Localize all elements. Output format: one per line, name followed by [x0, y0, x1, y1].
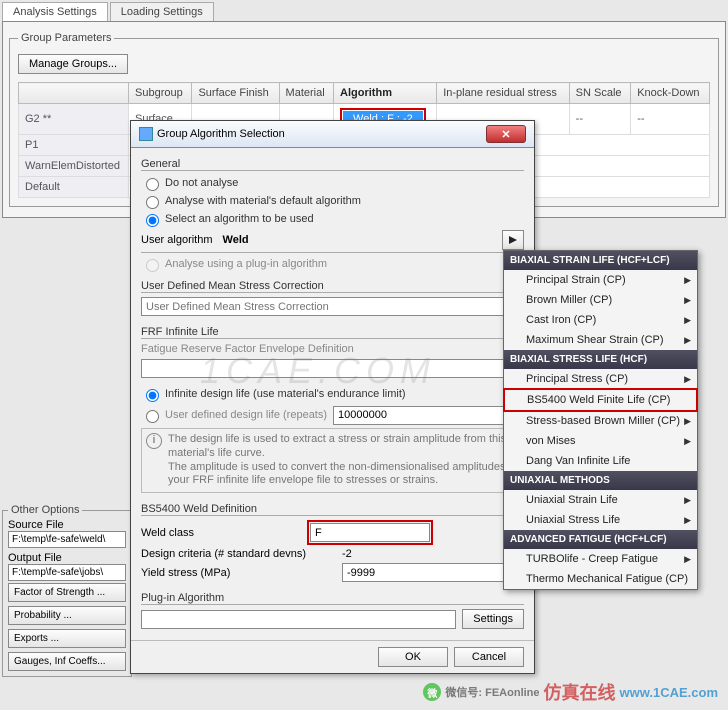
- menu-header-strain: BIAXIAL STRAIN LIFE (HCF+LCF): [504, 251, 697, 270]
- col-material[interactable]: Material: [279, 83, 333, 104]
- source-file-input[interactable]: [8, 531, 126, 548]
- other-options-panel: Other Options Source File Output File Fa…: [2, 500, 132, 681]
- general-label: General: [141, 158, 524, 171]
- plugin-settings-button[interactable]: Settings: [462, 609, 524, 629]
- yield-stress-label: Yield stress (MPa): [141, 567, 336, 579]
- col-algorithm[interactable]: Algorithm: [334, 83, 437, 104]
- brand-text: 仿真在线: [544, 679, 616, 705]
- plugin-path-input[interactable]: [141, 610, 456, 629]
- col-name[interactable]: [19, 83, 129, 104]
- weld-class-label: Weld class: [141, 527, 301, 539]
- wechat-label: 微信号: FEAonline: [445, 684, 539, 700]
- cancel-button[interactable]: Cancel: [454, 647, 524, 667]
- menu-item-cast-iron[interactable]: Cast Iron (CP)▶: [504, 310, 697, 330]
- bs5400-label: BS5400 Weld Definition: [141, 503, 524, 516]
- menu-item-bs5400-highlight: BS5400 Weld Finite Life (CP): [503, 388, 698, 412]
- chevron-right-icon: ▶: [684, 295, 691, 306]
- frf-envelope-input[interactable]: [141, 359, 524, 378]
- chevron-right-icon: ▶: [684, 416, 691, 427]
- radio-do-not-analyse[interactable]: Do not analyse: [141, 175, 524, 191]
- tab-loading-settings[interactable]: Loading Settings: [110, 2, 214, 21]
- main-tabstrip: Analysis Settings Loading Settings: [0, 0, 728, 21]
- menu-item-uniaxial-stress[interactable]: Uniaxial Stress Life▶: [504, 510, 697, 530]
- plugin-algorithm-label: Plug-in Algorithm: [141, 592, 524, 605]
- tab-analysis-settings[interactable]: Analysis Settings: [2, 2, 108, 21]
- frf-label: FRF Infinite Life: [141, 326, 524, 339]
- menu-item-von-mises[interactable]: von Mises▶: [504, 431, 697, 451]
- gauges-button[interactable]: Gauges, Inf Coeffs...: [8, 652, 126, 671]
- dialog-title: Group Algorithm Selection: [157, 128, 285, 140]
- chevron-right-icon: ▶: [684, 275, 691, 286]
- probability-button[interactable]: Probability ...: [8, 606, 126, 625]
- chevron-right-icon: ▶: [684, 515, 691, 526]
- col-snscale[interactable]: SN Scale: [569, 83, 631, 104]
- chevron-right-icon: ▶: [684, 495, 691, 506]
- radio-infinite-life[interactable]: Infinite design life (use material's end…: [141, 386, 524, 402]
- design-criteria-value: -2: [342, 548, 352, 560]
- radio-user-life[interactable]: User defined design life (repeats): [141, 407, 327, 423]
- design-criteria-label: Design criteria (# standard devns): [141, 548, 336, 560]
- factor-of-strength-button[interactable]: Factor of Strength ...: [8, 583, 126, 602]
- menu-item-principal-strain[interactable]: Principal Strain (CP)▶: [504, 270, 697, 290]
- group-parameters-legend: Group Parameters: [18, 32, 114, 44]
- col-knockdown[interactable]: Knock-Down: [631, 83, 710, 104]
- menu-header-advanced: ADVANCED FATIGUE (HCF+LCF): [504, 530, 697, 549]
- col-subgroup[interactable]: Subgroup: [129, 83, 192, 104]
- algorithm-picker-button[interactable]: [502, 230, 524, 250]
- menu-item-turbolife[interactable]: TURBOlife - Creep Fatigue▶: [504, 549, 697, 569]
- menu-item-max-shear-strain[interactable]: Maximum Shear Strain (CP)▶: [504, 330, 697, 350]
- chevron-right-icon: ▶: [684, 554, 691, 565]
- menu-item-stress-brown-miller[interactable]: Stress-based Brown Miller (CP)▶: [504, 411, 697, 431]
- source-file-label: Source File: [8, 519, 126, 531]
- mean-stress-input[interactable]: [141, 297, 524, 316]
- chevron-right-icon: ▶: [684, 315, 691, 326]
- dialog-titlebar[interactable]: Group Algorithm Selection ✕: [131, 121, 534, 148]
- menu-item-principal-stress[interactable]: Principal Stress (CP)▶: [504, 369, 697, 389]
- menu-header-stress: BIAXIAL STRESS LIFE (HCF): [504, 350, 697, 369]
- watermark-footer: 微 微信号: FEAonline 仿真在线 www.1CAE.com: [423, 679, 718, 705]
- output-file-label: Output File: [8, 552, 126, 564]
- plugin-checkbox[interactable]: Analyse using a plug-in algorithm: [141, 256, 524, 272]
- menu-item-tmf[interactable]: Thermo Mechanical Fatigue (CP): [504, 569, 697, 589]
- mean-stress-label: User Defined Mean Stress Correction: [141, 280, 524, 293]
- info-icon: i: [146, 433, 162, 449]
- manage-groups-button[interactable]: Manage Groups...: [18, 54, 128, 74]
- group-algorithm-dialog: Group Algorithm Selection ✕ General Do n…: [130, 120, 535, 674]
- algorithm-menu: BIAXIAL STRAIN LIFE (HCF+LCF) Principal …: [503, 250, 698, 590]
- frf-description: i The design life is used to extract a s…: [141, 428, 524, 493]
- menu-header-uniaxial: UNIAXIAL METHODS: [504, 471, 697, 490]
- other-options-legend: Other Options: [8, 504, 82, 516]
- menu-item-bs5400-weld[interactable]: BS5400 Weld Finite Life (CP): [505, 390, 696, 410]
- col-residual[interactable]: In-plane residual stress: [437, 83, 569, 104]
- chevron-right-icon: ▶: [684, 374, 691, 385]
- menu-item-brown-miller[interactable]: Brown Miller (CP)▶: [504, 290, 697, 310]
- col-surface[interactable]: Surface Finish: [192, 83, 279, 104]
- user-life-input[interactable]: [333, 406, 524, 425]
- wechat-icon: 微: [423, 683, 441, 701]
- play-icon: [508, 235, 518, 245]
- dialog-footer: OK Cancel: [131, 640, 534, 673]
- user-algorithm-label: User algorithm: [141, 234, 213, 246]
- menu-item-dang-van[interactable]: Dang Van Infinite Life: [504, 451, 697, 471]
- menu-item-uniaxial-strain[interactable]: Uniaxial Strain Life▶: [504, 490, 697, 510]
- brand-url: www.1CAE.com: [620, 685, 718, 700]
- close-icon[interactable]: ✕: [486, 125, 526, 143]
- weld-class-highlight: [307, 520, 433, 545]
- yield-stress-input[interactable]: [342, 563, 524, 582]
- weld-class-input[interactable]: [310, 523, 430, 542]
- app-icon: [139, 127, 153, 141]
- frf-sublabel: Fatigue Reserve Factor Envelope Definiti…: [141, 343, 524, 355]
- chevron-right-icon: ▶: [684, 436, 691, 447]
- ok-button[interactable]: OK: [378, 647, 448, 667]
- user-algorithm-value: Weld: [223, 234, 249, 246]
- exports-button[interactable]: Exports ...: [8, 629, 126, 648]
- output-file-input[interactable]: [8, 564, 126, 581]
- radio-default-algorithm[interactable]: Analyse with material's default algorith…: [141, 193, 524, 209]
- chevron-right-icon: ▶: [684, 335, 691, 346]
- radio-select-algorithm[interactable]: Select an algorithm to be used: [141, 211, 524, 227]
